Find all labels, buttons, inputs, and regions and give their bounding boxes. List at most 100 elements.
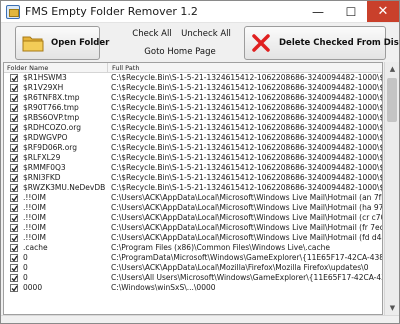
list-item[interactable]: $RDWGVPO C:\$Recycle.Bin\S-1-5-21-1324615… xyxy=(4,133,382,143)
row-checkbox[interactable] xyxy=(10,214,18,222)
full-path-cell: C:\Users\ACK\AppData\Local\Microsoft\Win… xyxy=(111,203,383,212)
checkmark-icon xyxy=(11,165,18,172)
checkmark-icon xyxy=(11,185,18,192)
checkmark-icon xyxy=(11,205,18,212)
folder-name-cell: $RF9D06R.org xyxy=(23,143,78,152)
row-checkbox[interactable] xyxy=(10,234,18,242)
checkmark-icon xyxy=(11,85,18,92)
checkmark-icon xyxy=(11,155,18,162)
row-checkbox[interactable] xyxy=(10,134,18,142)
status-bar xyxy=(1,315,399,323)
maximize-button[interactable]: ☐ xyxy=(334,1,368,22)
full-path-cell: C:\Windows\winSxS\...\0000 xyxy=(111,283,216,292)
checkmark-icon xyxy=(11,225,18,232)
folder-name-cell: .!!OIM xyxy=(23,223,46,232)
column-header-folder-name[interactable]: Folder Name xyxy=(4,63,108,73)
checkmark-icon xyxy=(11,135,18,142)
row-checkbox[interactable] xyxy=(10,194,18,202)
checkmark-icon xyxy=(11,275,18,282)
full-path-cell: C:\$Recycle.Bin\S-1-5-21-1324615412-1062… xyxy=(111,73,382,82)
row-checkbox[interactable] xyxy=(10,94,18,102)
list-item[interactable]: .cache C:\Program Files (x86)\Common File… xyxy=(4,243,382,253)
row-checkbox[interactable] xyxy=(10,114,18,122)
list-item[interactable]: .!!OIM C:\Users\ACK\AppData\Local\Microso… xyxy=(4,213,382,223)
checkmark-icon xyxy=(11,145,18,152)
folder-name-cell: $RLFXL29 xyxy=(23,153,61,162)
row-checkbox[interactable] xyxy=(10,164,18,172)
folder-name-cell: $RMMF0Q3 xyxy=(23,163,66,172)
close-button[interactable]: ✕ xyxy=(367,1,399,22)
list-item[interactable]: $RDHCOZO.org C:\$Recycle.Bin\S-1-5-21-132… xyxy=(4,123,382,133)
full-path-cell: C:\ProgramData\Microsoft\Windows\GameExp… xyxy=(111,253,383,262)
list-item[interactable]: $R1V29XH C:\$Recycle.Bin\S-1-5-21-1324615… xyxy=(4,83,382,93)
list-item[interactable]: $R1HSWM3 C:\$Recycle.Bin\S-1-5-21-1324615… xyxy=(4,73,382,83)
full-path-cell: C:\Users\ACK\AppData\Local\Microsoft\Win… xyxy=(111,213,383,222)
folder-name-cell: 0 xyxy=(23,263,28,272)
list-rows: $R1HSWM3 C:\$Recycle.Bin\S-1-5-21-1324615… xyxy=(4,73,382,293)
row-checkbox[interactable] xyxy=(10,244,18,252)
list-item[interactable]: $RBS6OVP.tmp C:\$Recycle.Bin\S-1-5-21-132… xyxy=(4,113,382,123)
list-item[interactable]: 0 C:\Users\ACK\AppData\Local\Mozilla\Fire… xyxy=(4,263,382,273)
checkmark-icon xyxy=(11,265,18,272)
row-checkbox[interactable] xyxy=(10,284,18,292)
full-path-cell: C:\$Recycle.Bin\S-1-5-21-1324615412-1062… xyxy=(111,133,382,142)
row-checkbox[interactable] xyxy=(10,184,18,192)
list-item[interactable]: $RLFXL29 C:\$Recycle.Bin\S-1-5-21-1324615… xyxy=(4,153,382,163)
checkmark-icon xyxy=(11,95,18,102)
list-item[interactable]: $RF9D06R.org C:\$Recycle.Bin\S-1-5-21-132… xyxy=(4,143,382,153)
list-item[interactable]: $R6TNF8X.tmp C:\$Recycle.Bin\S-1-5-21-132… xyxy=(4,93,382,103)
full-path-cell: C:\$Recycle.Bin\S-1-5-21-1324615412-1062… xyxy=(111,163,382,172)
list-item[interactable]: .!!OIM C:\Users\ACK\AppData\Local\Microso… xyxy=(4,223,382,233)
open-folder-button[interactable]: Open Folder xyxy=(15,26,109,60)
row-checkbox[interactable] xyxy=(10,124,18,132)
list-item[interactable]: 0 C:\Users\All Users\Microsoft\Windows\Ga… xyxy=(4,273,382,283)
folder-name-cell: .!!OIM xyxy=(23,213,46,222)
list-item[interactable]: .!!OIM C:\Users\ACK\AppData\Local\Microso… xyxy=(4,193,382,203)
full-path-cell: C:\Users\ACK\AppData\Local\Microsoft\Win… xyxy=(111,223,383,232)
list-item[interactable]: $RMMF0Q3 C:\$Recycle.Bin\S-1-5-21-1324615… xyxy=(4,163,382,173)
folder-name-cell: .cache xyxy=(23,243,48,252)
list-item[interactable]: $R90T766.tmp C:\$Recycle.Bin\S-1-5-21-132… xyxy=(4,103,382,113)
list-item[interactable]: .!!OIM C:\Users\ACK\AppData\Local\Microso… xyxy=(4,233,382,243)
uncheck-all-button[interactable]: Uncheck All xyxy=(180,26,232,42)
minimize-button[interactable]: — xyxy=(301,1,335,22)
row-checkbox[interactable] xyxy=(10,154,18,162)
row-checkbox[interactable] xyxy=(10,224,18,232)
vertical-scrollbar[interactable]: ▲ ▼ xyxy=(384,62,399,315)
row-checkbox[interactable] xyxy=(10,264,18,272)
window-title: FMS Empty Folder Remover 1.2 xyxy=(25,5,198,18)
scroll-thumb[interactable] xyxy=(387,78,397,122)
folder-name-cell: $R6TNF8X.tmp xyxy=(23,93,80,102)
column-header-full-path[interactable]: Full Path xyxy=(109,63,382,73)
full-path-cell: C:\$Recycle.Bin\S-1-5-21-1324615412-1062… xyxy=(111,113,382,122)
full-path-cell: C:\Users\All Users\Microsoft\Windows\Gam… xyxy=(111,273,383,282)
folder-icon xyxy=(22,36,44,52)
list-header: Folder Name Full Path xyxy=(4,63,382,73)
list-item[interactable]: 0000 C:\Windows\winSxS\...\0000 xyxy=(4,283,382,293)
list-item[interactable]: $RWZK3MU.NeDevDB C:\$Recycle.Bin\S-1-5-21… xyxy=(4,183,382,193)
checkmark-icon xyxy=(11,175,18,182)
row-checkbox[interactable] xyxy=(10,84,18,92)
scroll-down-icon[interactable]: ▼ xyxy=(385,301,399,315)
folder-name-cell: $R1HSWM3 xyxy=(23,73,67,82)
row-checkbox[interactable] xyxy=(10,74,18,82)
app-icon xyxy=(6,5,20,19)
check-all-button[interactable]: Check All xyxy=(127,26,177,42)
list-item[interactable]: $RNI3FKD C:\$Recycle.Bin\S-1-5-21-1324615… xyxy=(4,173,382,183)
scroll-up-icon[interactable]: ▲ xyxy=(385,62,399,76)
open-folder-label: Open Folder xyxy=(51,38,110,48)
row-checkbox[interactable] xyxy=(10,174,18,182)
list-item[interactable]: .!!OIM C:\Users\ACK\AppData\Local\Microso… xyxy=(4,203,382,213)
checkmark-icon xyxy=(11,105,18,112)
goto-home-page-button[interactable]: Goto Home Page xyxy=(133,43,227,60)
row-checkbox[interactable] xyxy=(10,204,18,212)
row-checkbox[interactable] xyxy=(10,254,18,262)
list-item[interactable]: 0 C:\ProgramData\Microsoft\Windows\GameEx… xyxy=(4,253,382,263)
app-window: FMS Empty Folder Remover 1.2 — ☐ ✕ Open … xyxy=(0,0,400,324)
row-checkbox[interactable] xyxy=(10,274,18,282)
row-checkbox[interactable] xyxy=(10,104,18,112)
row-checkbox[interactable] xyxy=(10,144,18,152)
delete-checked-button[interactable]: Delete Checked From Disk xyxy=(244,26,399,60)
folder-list[interactable]: Folder Name Full Path $R1HSWM3 C:\$Recycl… xyxy=(3,62,383,315)
full-path-cell: C:\Users\ACK\AppData\Local\Mozilla\Firef… xyxy=(111,263,369,272)
